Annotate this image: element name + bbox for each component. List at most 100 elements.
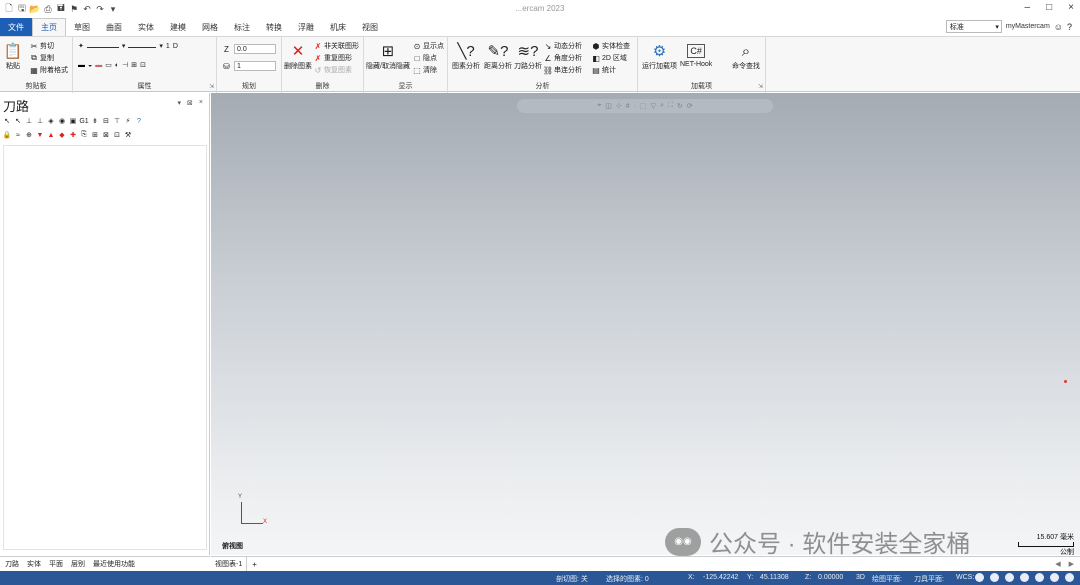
filter-icon[interactable]: ▽ [651, 102, 656, 110]
cut-button[interactable]: ✂ 剪切 [30, 41, 54, 51]
print-icon[interactable]: ⎙ [43, 4, 53, 14]
close-button[interactable]: × [1068, 2, 1074, 13]
net-hook-button[interactable]: C# NET-Hook [680, 41, 712, 68]
redo-icon[interactable]: ↷ [95, 4, 105, 14]
scroll-to-icon[interactable]: ✚ [69, 131, 77, 139]
section-view-status[interactable]: 剖切图: 关 [556, 574, 588, 584]
panel-pin-icon[interactable]: ⊠ [187, 99, 193, 107]
tab-view[interactable]: 视图 [354, 18, 386, 36]
2d-area-button[interactable]: ◧ 2D 区域 [592, 53, 627, 63]
panel-close-icon[interactable]: × [199, 99, 203, 107]
toggle-display-icon[interactable]: ≈ [14, 131, 22, 139]
help-icon[interactable]: ? [1067, 22, 1072, 32]
entity-analysis-button[interactable]: ╲? 图素分析 [452, 41, 480, 71]
chevron-left-icon[interactable]: ◀ [1055, 560, 1060, 568]
cube-icon[interactable]: ⬚ [640, 102, 647, 110]
line-color-icon[interactable]: ▬ [78, 62, 85, 69]
command-finder-button[interactable]: ⌕ 命令查找 [732, 41, 760, 71]
copy-button[interactable]: ⧉ 复制 [30, 53, 54, 63]
statistics-button[interactable]: ▤ 统计 [592, 65, 616, 75]
solid-color-icon[interactable]: ▬ [95, 62, 102, 69]
open-icon[interactable]: 📂 [29, 4, 40, 14]
wcs-status[interactable]: WCS: [956, 574, 974, 581]
regen-dirty-icon[interactable]: ⊥ [36, 117, 44, 125]
post-toggle-icon[interactable]: ⊕ [25, 131, 33, 139]
graphics-window[interactable]: ⌖ ◫ ⊹ # · ⬚ ▽ ⌕ ⛶ ↻ ⟳ Y X 俯视图 ◉◉ 公众号 · 软… [211, 93, 1080, 558]
toolpath-analysis-button[interactable]: ≋? 刀路分析 [514, 41, 542, 71]
show-selected-icon[interactable]: ⊞ [91, 131, 99, 139]
chain-analysis-button[interactable]: ⛓ 串连分析 [543, 65, 582, 75]
save-icon[interactable]: 🖫 [17, 3, 27, 14]
attributes-icon[interactable]: ⊡ [140, 61, 146, 69]
snap-icon[interactable]: ⊹ [616, 102, 622, 110]
tab-relief[interactable]: 浮雕 [290, 18, 322, 36]
clear-button[interactable]: ⬚ 清除 [413, 65, 437, 75]
lock-icon[interactable]: 🔒 [3, 131, 12, 139]
tab-toolpaths[interactable]: 刀路 [2, 559, 22, 569]
distance-analysis-button[interactable]: ✎? 距离分析 [484, 41, 512, 71]
tab-planes[interactable]: 平面 [46, 559, 66, 569]
point-style-icon[interactable]: ✦ [78, 42, 84, 50]
maximize-button[interactable]: □ [1046, 2, 1052, 13]
tool-manager-icon[interactable]: ⚒ [124, 131, 132, 139]
tab-machine[interactable]: 机床 [322, 18, 354, 36]
undo-icon[interactable]: ↶ [82, 4, 92, 14]
tab-solids[interactable]: 实体 [24, 559, 44, 569]
simulate-icon[interactable]: ▣ [69, 117, 77, 125]
angle-analysis-button[interactable]: ∠ 角度分析 [544, 53, 582, 63]
globe-icon[interactable] [1020, 573, 1029, 582]
point-icon[interactable]: · [634, 103, 636, 110]
tab-surfaces[interactable]: 曲面 [98, 18, 130, 36]
single-display-icon[interactable]: ⎘ [80, 131, 88, 139]
wand-icon[interactable]: ⚡ [124, 117, 132, 125]
line-width-select[interactable] [128, 44, 157, 48]
tool-icon[interactable]: ⚑ [69, 4, 79, 14]
delete-entities-button[interactable]: ✕ 删除图素 [284, 41, 312, 71]
fit-icon[interactable]: ⛶ [668, 102, 673, 110]
globe-icon[interactable] [975, 573, 984, 582]
dialog-launcher-icon[interactable]: ⇲ [758, 83, 763, 90]
run-addin-button[interactable]: ⚙ 运行加载项 [642, 41, 677, 71]
undelete-button[interactable]: ↺ 恢复图素 [314, 65, 352, 75]
toolpath-tree[interactable] [3, 145, 207, 550]
help-icon[interactable]: ? [135, 117, 143, 125]
minimize-button[interactable]: – [1025, 2, 1031, 13]
globe-icon[interactable] [990, 573, 999, 582]
select-invalid-icon[interactable]: ↖ [14, 117, 22, 125]
tab-file[interactable]: 文件 [0, 18, 32, 36]
delete-icon[interactable]: ⊟ [102, 117, 110, 125]
fill-color-icon[interactable]: ◒ [88, 62, 92, 69]
tab-mesh[interactable]: 网格 [194, 18, 226, 36]
tab-levels[interactable]: 层别 [68, 559, 88, 569]
highfeed-icon[interactable]: ⇟ [91, 117, 99, 125]
post-icon[interactable]: G1 [79, 117, 88, 125]
grid-icon[interactable]: # [626, 103, 630, 110]
material-icon[interactable]: ◐ [115, 62, 119, 69]
hide-unhide-button[interactable]: ⊞ 隐藏/取消隐藏 [366, 41, 410, 71]
insert-arrow-icon[interactable]: ◆ [58, 131, 66, 139]
tab-solids[interactable]: 实体 [130, 18, 162, 36]
tab-model-prep[interactable]: 建模 [162, 18, 194, 36]
tab-wireframe[interactable]: 草图 [66, 18, 98, 36]
level-icon[interactable]: ⊣ [122, 61, 128, 69]
tab-transform[interactable]: 转换 [258, 18, 290, 36]
dialog-launcher-icon[interactable]: ⇲ [209, 83, 214, 90]
paste-special-button[interactable]: ▦ 附着格式 [30, 65, 68, 75]
globe-icon[interactable] [1005, 573, 1014, 582]
add-viewsheet-button[interactable]: + [247, 560, 262, 569]
expand-icon[interactable]: ⊠ [102, 131, 110, 139]
refresh-icon[interactable]: ⟳ [687, 102, 693, 110]
backplot-icon[interactable]: ◈ [47, 117, 55, 125]
level-input[interactable]: 1 [234, 61, 276, 71]
z-depth-input[interactable]: 0.0 [234, 44, 276, 54]
lock-icon[interactable]: ⊤ [113, 117, 121, 125]
tab-recent-functions[interactable]: 最近使用功能 [90, 559, 138, 569]
solid-check-button[interactable]: ⬢ 实体检查 [592, 41, 631, 51]
verify-icon[interactable]: ◉ [58, 117, 66, 125]
paste-button[interactable]: 📋 粘贴 [3, 41, 23, 71]
duplicate-button[interactable]: ✗ 重复图形 [314, 53, 352, 63]
move-down-icon[interactable]: ▼ [36, 131, 44, 139]
set-all-icon[interactable]: ⊞ [131, 61, 137, 69]
select-icon[interactable]: ⌖ [597, 102, 601, 110]
move-up-icon[interactable]: ▲ [47, 131, 55, 139]
